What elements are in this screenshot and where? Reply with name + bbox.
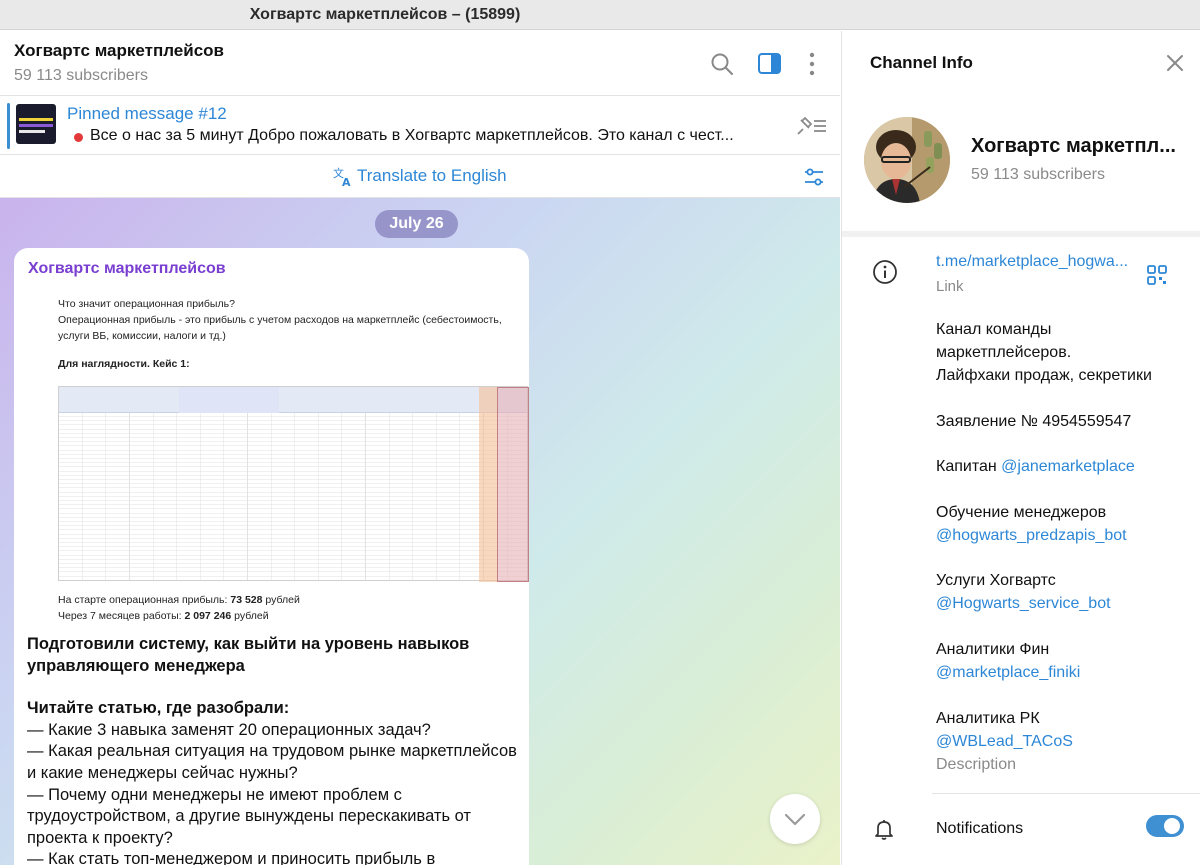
window-title: Хогвартс маркетплейсов – (15899) [249,5,521,23]
window-titlebar: Хогвартс маркетплейсов – (15899) [0,0,1200,30]
list-item: — Какие 3 навыка заменят 20 операционных… [27,720,431,739]
search-icon[interactable] [709,51,735,77]
scroll-down-button[interactable] [770,794,820,844]
image-after-profit: Через 7 месяцев работы: 2 097 246 рублей [58,610,269,622]
rk-link[interactable]: @WBLead_TACoS [936,730,1176,753]
fin-link[interactable]: @marketplace_finiki [936,661,1176,684]
spreadsheet-image [58,386,529,582]
chevron-down-icon [784,813,806,826]
info-icon [873,260,897,284]
channel-subscribers: 59 113 subscribers [971,166,1105,183]
image-definition: Операционная прибыль - это прибыль с уче… [58,314,502,342]
unpin-list-icon[interactable] [794,115,828,137]
channel-link[interactable]: t.me/marketplace_hogwa... [936,253,1128,271]
bell-icon [875,820,893,840]
red-circle-icon [74,133,83,142]
channel-info-panel: Channel Info Хогвартс маркетпл... 59 113… [841,31,1200,865]
services-link[interactable]: @Hogwarts_service_bot [936,592,1176,615]
close-icon[interactable] [1165,53,1185,73]
pinned-bar [7,103,10,149]
translate-bar: 文 A Translate to English [0,156,840,198]
chat-name[interactable]: Хогвартс маркетплейсов [14,41,224,61]
description-label: Description [936,755,1017,773]
list-item: — Почему одни менеджеры не имеют проблем… [27,785,471,847]
pinned-message[interactable]: Pinned message #12 Все о нас за 5 минут … [0,97,840,155]
svg-text:A: A [342,176,351,188]
message-subheading: Читайте статью, где разобрали: [27,699,290,718]
chat-background: July 26 Хогвартс маркетплейсов Что значи… [0,198,840,865]
list-item: — Как стать топ-менеджером и приносить п… [27,850,436,865]
description-line: Лайфхаки продаж, секретики [936,367,1152,384]
captain-line: Капитан @janemarketplace [936,458,1135,476]
message-author[interactable]: Хогвартс маркетплейсов [28,260,226,278]
channel-description: Канал команды маркетплейсеров. Лайфхаки … [936,318,1176,776]
sidebar-toggle-icon[interactable] [757,51,783,77]
captain-link[interactable]: @janemarketplace [1001,458,1135,475]
statement-text: Заявление № 4954559547 [936,412,1132,430]
fin-label: Аналитики Фин [936,640,1050,658]
section-divider [842,231,1200,237]
description-line: Канал команды маркетплейсеров. [936,321,1072,361]
channel-info-title: Channel Info [870,53,973,72]
notifications-label: Notifications [936,820,1024,837]
pinned-thumbnail [16,104,56,144]
message-image[interactable]: Что значит операционная прибыль? Операци… [28,288,529,628]
image-question: Что значит операционная прибыль? [58,298,235,310]
channel-avatar[interactable] [864,117,950,203]
translate-settings-icon[interactable] [802,165,826,189]
pinned-title: Pinned message #12 [67,104,227,123]
pinned-text: Все о нас за 5 минут Добро пожаловать в … [90,127,734,144]
translate-icon[interactable]: 文 A [332,166,354,188]
chat-header[interactable]: Хогвартс маркетплейсов 59 113 subscriber… [0,31,840,96]
training-label: Обучение менеджеров [936,503,1107,521]
rk-label: Аналитика РК [936,709,1040,727]
translate-button[interactable]: Translate to English [357,166,507,186]
section-divider [932,793,1200,794]
qr-code-icon[interactable] [1147,265,1167,285]
message-text: Подготовили систему, как выйти на уровен… [27,634,517,865]
list-item: — Какая реальная ситуация на трудовом ры… [27,742,517,782]
image-start-profit: На старте операционная прибыль: 73 528 р… [58,594,300,606]
message-bubble[interactable]: Хогвартс маркетплейсов Что значит операц… [14,248,529,865]
chat-subscribers: 59 113 subscribers [14,67,148,84]
training-link[interactable]: @hogwarts_predzapis_bot [936,524,1176,547]
services-label: Услуги Хогвартс [936,572,1056,590]
message-heading: Подготовили систему, как выйти на уровен… [27,635,470,675]
image-case-label: Для наглядности. Кейс 1: [58,358,190,370]
channel-link-label: Link [936,278,964,295]
date-separator: July 26 [375,210,458,238]
toggle-knob [1163,817,1181,835]
more-vertical-icon[interactable] [799,51,825,77]
notifications-toggle[interactable] [1146,815,1184,837]
channel-name: Хогвартс маркетпл... [971,135,1176,157]
chat-panel: Хогвартс маркетплейсов 59 113 subscriber… [0,31,840,865]
